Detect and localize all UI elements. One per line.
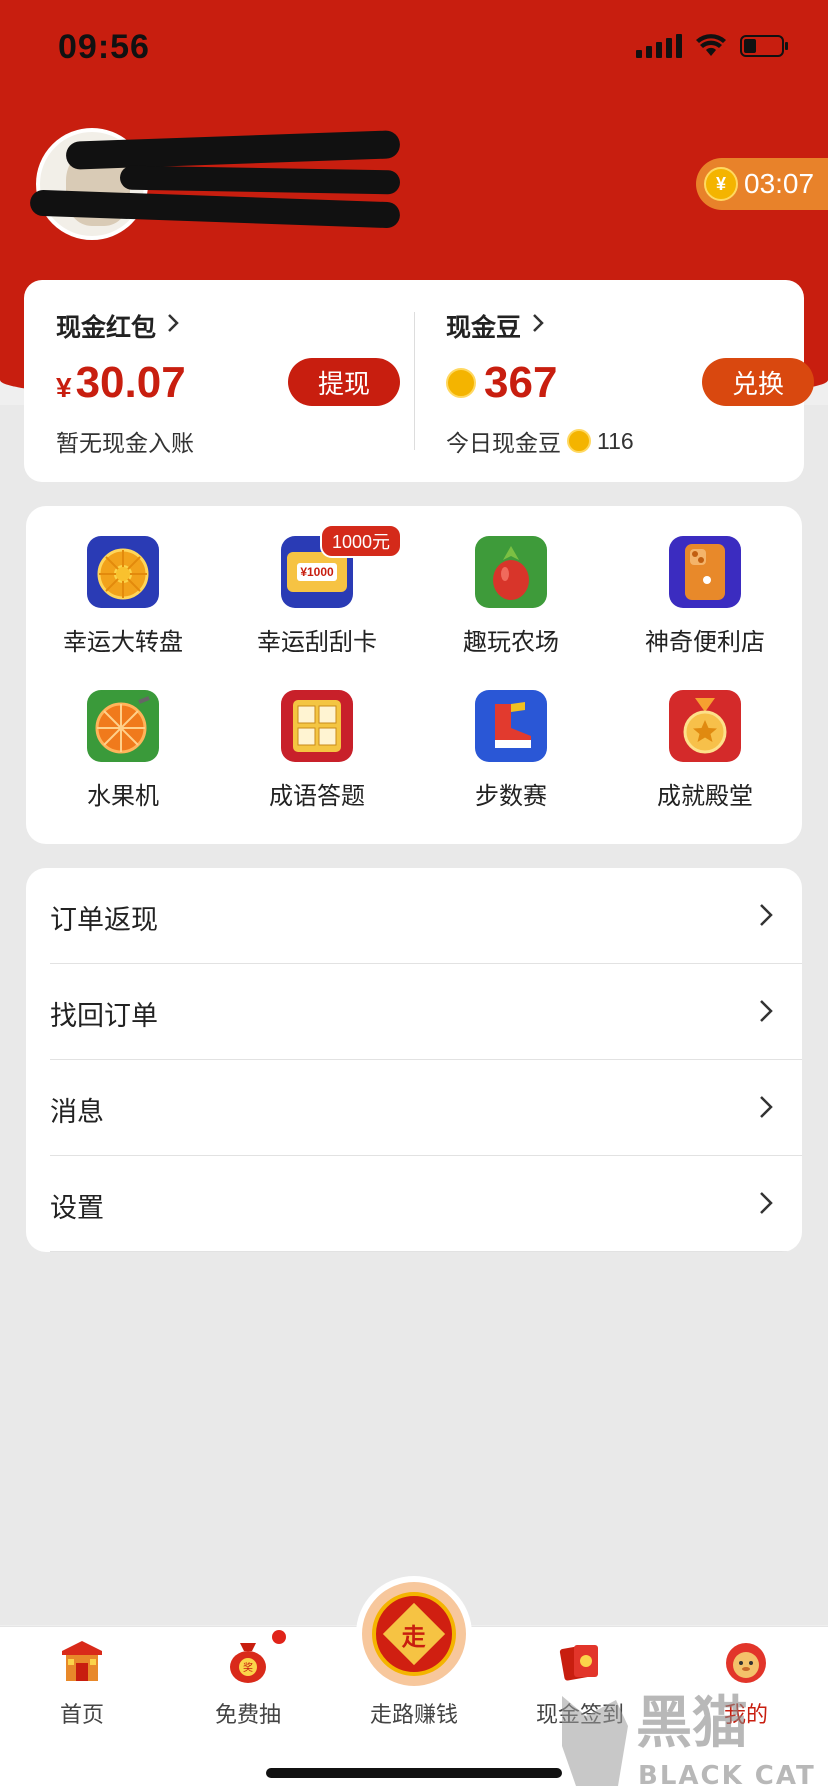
menu-item-retrieve-order[interactable]: 找回订单 — [26, 964, 802, 1060]
notification-dot — [272, 1630, 286, 1644]
watermark-text-en: BLACK CAT — [638, 1761, 816, 1791]
menu-item-messages[interactable]: 消息 — [26, 1060, 802, 1156]
cash-title-text: 现金红包 — [56, 314, 157, 342]
walk-char: 走 — [402, 1623, 426, 1651]
grid-label: 水果机 — [87, 783, 159, 810]
grid-item-fruit-machine[interactable]: 水果机 — [26, 660, 220, 810]
balance-card: 现金红包 ¥ 30.07 提现 暂无现金入账 现金豆 367 兑换 今日现金豆 … — [24, 280, 814, 482]
home-icon — [58, 1637, 106, 1685]
beans-subtitle: 今日现金豆 116 — [446, 424, 634, 458]
watermark-logo: 黑猫 BLACK CAT — [556, 1676, 828, 1792]
beans-title-text: 现金豆 — [446, 314, 522, 342]
status-time: 09:56 — [58, 28, 150, 66]
divider — [50, 1251, 802, 1252]
wheel-icon — [87, 536, 159, 608]
grid-label: 神奇便利店 — [645, 629, 765, 656]
chevron-right-icon — [758, 998, 774, 1029]
grid-label: 成语答题 — [269, 783, 365, 810]
menu-item-order-cashback[interactable]: 订单返现 — [26, 868, 802, 964]
walk-earn-center-button[interactable]: 走 — [362, 1582, 466, 1686]
countdown-timer[interactable]: ¥ 03:07 — [696, 158, 828, 210]
chevron-right-icon — [758, 1094, 774, 1125]
step-race-icon — [475, 690, 547, 762]
yuan-coin-icon: ¥ — [704, 167, 738, 201]
signal-icon — [636, 34, 682, 58]
coin-icon — [567, 429, 591, 453]
grid-label: 成就殿堂 — [657, 783, 753, 810]
grid-item-farm[interactable]: 趣玩农场 — [414, 506, 608, 656]
cash-balance[interactable]: 现金红包 ¥ 30.07 提现 暂无现金入账 — [24, 280, 414, 482]
grid-item-achievement[interactable]: 成就殿堂 — [608, 660, 802, 810]
home-indicator — [266, 1768, 562, 1778]
chevron-right-icon — [166, 312, 180, 341]
grid-label: 步数赛 — [475, 783, 547, 810]
grid-item-idiom-quiz[interactable]: 成语答题 — [220, 660, 414, 810]
beans-amount: 367 — [446, 358, 557, 408]
watermark-text-cn: 黑猫 — [636, 1691, 748, 1756]
beans-amount-value: 367 — [484, 358, 558, 407]
currency-symbol: ¥ — [56, 372, 72, 403]
cash-amount: ¥ 30.07 — [56, 358, 186, 408]
menu-item-label: 订单返现 — [50, 905, 158, 935]
lucky-bag-icon: 奖 — [224, 1637, 272, 1685]
achievement-icon — [669, 690, 741, 762]
cash-title[interactable]: 现金红包 — [56, 308, 180, 344]
withdraw-button[interactable]: 提现 — [288, 358, 400, 406]
grid-label: 趣玩农场 — [463, 629, 559, 656]
tab-free-draw[interactable]: 奖 免费抽 — [178, 1627, 318, 1737]
fruit-machine-icon — [87, 690, 159, 762]
grid-item-lucky-wheel[interactable]: 幸运大转盘 — [26, 506, 220, 656]
beans-balance[interactable]: 现金豆 367 兑换 今日现金豆 116 — [414, 280, 814, 482]
cash-amount-value: 30.07 — [75, 358, 186, 407]
chevron-right-icon — [758, 1190, 774, 1221]
beans-title[interactable]: 现金豆 — [446, 308, 545, 344]
farm-icon — [475, 536, 547, 608]
walk-icon: 走 — [372, 1592, 456, 1676]
svg-text:奖: 奖 — [243, 1661, 253, 1674]
tab-home[interactable]: 首页 — [12, 1627, 152, 1737]
status-icons — [636, 34, 790, 58]
battery-icon — [740, 34, 790, 58]
menu-item-label: 找回订单 — [50, 1001, 158, 1031]
coin-icon — [446, 368, 476, 398]
scratch-card-text: ¥1000 — [297, 563, 337, 581]
menu-item-label: 消息 — [50, 1097, 104, 1127]
menu-item-settings[interactable]: 设置 — [26, 1156, 802, 1252]
beans-today-label: 今日现金豆 — [446, 430, 561, 456]
prize-badge: 1000元 — [320, 524, 403, 558]
tab-label: 免费抽 — [214, 1702, 281, 1727]
store-icon — [669, 536, 741, 608]
beans-today-value: 116 — [597, 427, 634, 454]
grid-item-step-race[interactable]: 步数赛 — [414, 660, 608, 810]
idiom-quiz-icon — [281, 690, 353, 762]
tab-label: 走路赚钱 — [369, 1702, 458, 1727]
menu-item-label: 设置 — [50, 1193, 104, 1223]
grid-label: 幸运刮刮卡 — [257, 629, 377, 656]
redacted-username — [119, 165, 401, 195]
feature-grid: 幸运大转盘 ¥1000 幸运刮刮卡 1000元 趣玩农场 神奇便利店 水果机 成… — [26, 506, 802, 844]
chevron-right-icon — [758, 902, 774, 933]
cash-subtitle: 暂无现金入账 — [56, 430, 194, 456]
grid-item-store[interactable]: 神奇便利店 — [608, 506, 802, 656]
tab-label: 首页 — [59, 1702, 104, 1727]
menu-list: 订单返现 找回订单 消息 设置 — [26, 868, 802, 1252]
timer-text: 03:07 — [744, 168, 815, 199]
exchange-button[interactable]: 兑换 — [702, 358, 814, 406]
wifi-icon — [696, 34, 726, 58]
grid-label: 幸运大转盘 — [63, 629, 183, 656]
chevron-right-icon — [531, 312, 545, 341]
